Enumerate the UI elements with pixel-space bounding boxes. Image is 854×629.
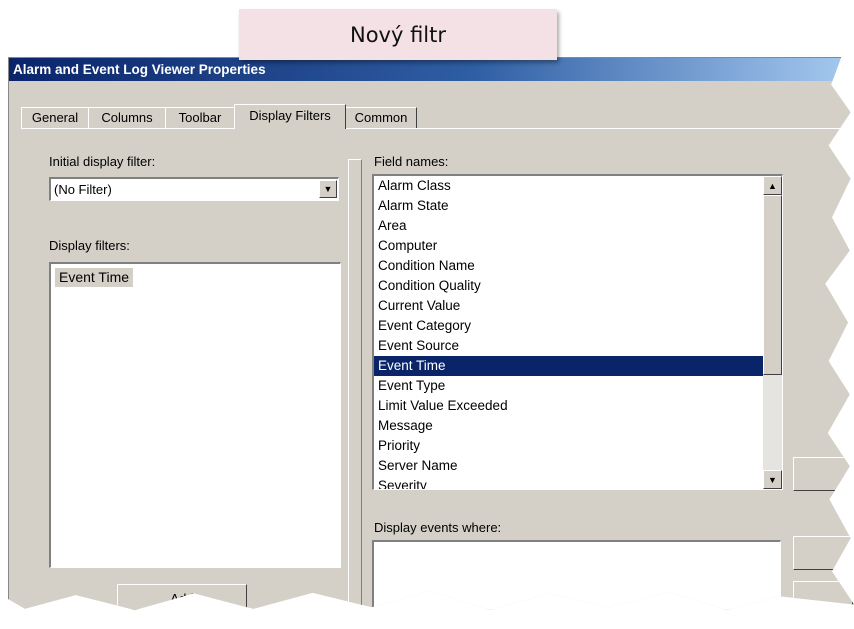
tab-divider bbox=[21, 128, 851, 129]
tab-common[interactable]: Common bbox=[345, 107, 417, 128]
list-item[interactable]: Severity bbox=[374, 476, 782, 489]
list-item[interactable]: Server Name bbox=[374, 456, 782, 476]
field-list-scrollbar[interactable]: ▲ ▼ bbox=[763, 176, 782, 489]
list-item[interactable]: Alarm State bbox=[374, 196, 782, 216]
display-filters-list[interactable]: Event Time bbox=[49, 262, 341, 568]
display-events-box[interactable] bbox=[372, 540, 781, 610]
scroll-up-icon[interactable]: ▲ bbox=[763, 176, 782, 195]
display-filter-item[interactable]: Event Time bbox=[55, 268, 134, 287]
list-item[interactable]: Event Category bbox=[374, 316, 782, 336]
list-item-selected[interactable]: Event Time bbox=[374, 356, 782, 376]
chevron-down-icon[interactable]: ▼ bbox=[319, 180, 337, 198]
list-item[interactable]: Event Type bbox=[374, 376, 782, 396]
properties-dialog: Alarm and Event Log Viewer Properties Ge… bbox=[8, 57, 854, 610]
display-events-label: Display events where: bbox=[374, 520, 502, 535]
list-item[interactable]: Current Value bbox=[374, 296, 782, 316]
tab-general[interactable]: General bbox=[21, 107, 89, 128]
list-item[interactable]: Message bbox=[374, 416, 782, 436]
list-item[interactable]: Computer bbox=[374, 236, 782, 256]
list-item[interactable]: Condition Name bbox=[374, 256, 782, 276]
side-button[interactable] bbox=[793, 536, 853, 570]
tab-toolbar[interactable]: Toolbar bbox=[165, 107, 235, 128]
add-button[interactable]: Add bbox=[117, 584, 247, 610]
display-filters-label: Display filters: bbox=[49, 238, 130, 253]
side-button[interactable] bbox=[793, 457, 853, 491]
tab-display-filters[interactable]: Display Filters bbox=[234, 104, 346, 129]
list-item[interactable]: Alarm Class bbox=[374, 176, 782, 196]
scroll-thumb[interactable] bbox=[763, 195, 782, 375]
field-names-list[interactable]: Alarm Class Alarm State Area Computer Co… bbox=[372, 174, 783, 490]
title-bar: Alarm and Event Log Viewer Properties bbox=[9, 58, 853, 81]
list-item[interactable]: Event Source bbox=[374, 336, 782, 356]
initial-filter-value: (No Filter) bbox=[54, 182, 112, 197]
initial-filter-label: Initial display filter: bbox=[49, 154, 156, 169]
caption-label: Nový filtr bbox=[239, 9, 557, 60]
list-item[interactable]: Limit Value Exceeded bbox=[374, 396, 782, 416]
initial-filter-dropdown[interactable]: (No Filter) ▼ bbox=[49, 177, 339, 201]
scroll-down-icon[interactable]: ▼ bbox=[763, 470, 782, 489]
list-item[interactable]: Condition Quality bbox=[374, 276, 782, 296]
tab-strip: General Columns Toolbar Display Filters … bbox=[21, 104, 851, 129]
field-names-label: Field names: bbox=[374, 154, 449, 169]
group-divider bbox=[348, 159, 362, 610]
tab-columns[interactable]: Columns bbox=[88, 107, 166, 128]
list-item[interactable]: Priority bbox=[374, 436, 782, 456]
list-item[interactable]: Area bbox=[374, 216, 782, 236]
